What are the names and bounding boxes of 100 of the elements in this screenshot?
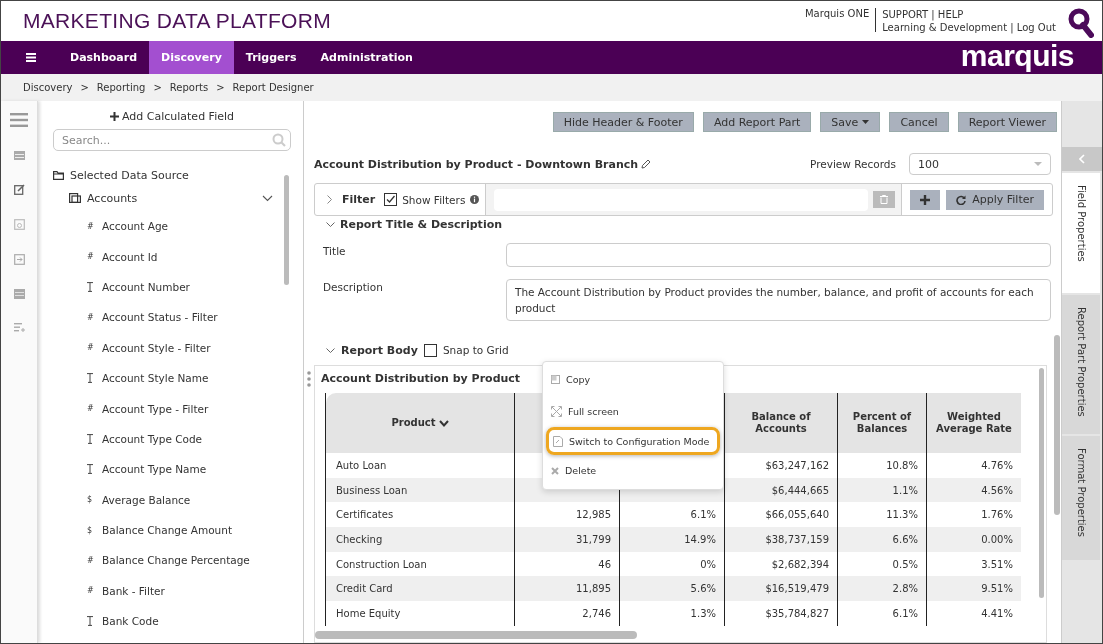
platform-title: MARKETING DATA PLATFORM	[23, 9, 331, 33]
expand-icon	[551, 405, 562, 417]
breadcrumb-separator: >	[153, 82, 162, 93]
document-icon[interactable]	[13, 219, 25, 230]
scrollbar-thumb[interactable]	[1054, 335, 1060, 515]
toolbar-button[interactable]: Add Report Part	[702, 112, 812, 132]
text-type-icon	[87, 281, 93, 292]
nav-tab[interactable]: Administration	[308, 41, 425, 74]
table-cell: Certificates	[336, 509, 394, 521]
field-item[interactable]: Bank - Filter	[102, 584, 165, 597]
field-item[interactable]: Balance Change Percentage	[102, 554, 250, 567]
toolbar-button[interactable]: Cancel	[889, 112, 949, 132]
edit-icon[interactable]	[13, 184, 25, 195]
apply-filter-button[interactable]: Apply Filter	[946, 189, 1044, 210]
table-cell: 0.5%	[892, 558, 918, 570]
table-cell: 4.56%	[981, 484, 1013, 496]
field-item[interactable]: Account Style - Filter	[102, 341, 211, 354]
pencil-icon[interactable]	[641, 159, 652, 169]
menu-item[interactable]: Copy	[543, 364, 723, 396]
field-item[interactable]: Balance Change Amount	[102, 524, 232, 537]
description-input[interactable]: The Account Distribution by Product provides the number, balance, and profit of accounts for each product	[506, 279, 1051, 321]
tree-table-label[interactable]: Accounts	[87, 191, 256, 205]
breadcrumb-separator: >	[80, 82, 89, 93]
field-item[interactable]: Account Age	[102, 220, 169, 233]
chevron-icon[interactable]	[326, 221, 335, 227]
field-label: Description	[323, 280, 384, 293]
caret-icon	[1034, 162, 1042, 166]
field-item[interactable]: Bank Code	[102, 615, 159, 628]
table-cell: 1.76%	[981, 509, 1013, 521]
table-icon[interactable]	[13, 151, 25, 160]
chevron-icon[interactable]	[326, 347, 335, 353]
table-cell: 11,895	[576, 583, 611, 595]
chevron-icon[interactable]	[438, 419, 449, 427]
table-cell: 12,985	[576, 509, 611, 521]
field-item[interactable]: Account Type Code	[102, 432, 203, 445]
list-add-icon[interactable]	[13, 323, 25, 332]
drag-handle-icon[interactable]	[307, 371, 311, 387]
table-cell: $63,247,162	[765, 459, 829, 471]
checkbox[interactable]	[384, 193, 398, 206]
table-cell: 2,746	[582, 607, 611, 619]
table-cell: 1.3%	[690, 607, 716, 619]
add-calculated-field-button[interactable]: Add Calculated Field	[103, 109, 240, 124]
field-type-icon: #	[87, 252, 94, 262]
toolbar-button[interactable]: Save	[820, 112, 881, 132]
table-cell: 46	[598, 558, 611, 570]
preview-records-select[interactable]: 100	[909, 153, 1051, 175]
export-icon[interactable]	[13, 254, 25, 265]
filter-label: Filter	[342, 193, 376, 206]
snap-to-grid-label[interactable]: Snap to Grid	[442, 344, 509, 356]
title-input[interactable]	[506, 243, 1051, 267]
checkbox[interactable]	[423, 343, 437, 357]
copy-icon	[551, 375, 560, 385]
field-type-icon: #	[87, 404, 94, 414]
table-cell: 14.9%	[684, 533, 716, 545]
breadcrumb-link[interactable]: Reporting	[96, 82, 146, 93]
breadcrumb-link[interactable]: Discovery	[23, 82, 73, 93]
table-cell: 10.8%	[886, 459, 918, 471]
delete-button[interactable]	[873, 191, 896, 208]
toolbar-button[interactable]: Report Viewer	[957, 112, 1057, 132]
field-item[interactable]: Average Balance	[102, 493, 191, 506]
field-item[interactable]: Account Style Name	[102, 372, 209, 385]
info-icon[interactable]	[470, 195, 480, 204]
menu-icon[interactable]	[26, 53, 36, 62]
chevron-icon[interactable]	[262, 194, 273, 202]
plus-icon	[920, 194, 931, 205]
show-filters-label[interactable]: Show Filters	[402, 193, 466, 206]
field-type-icon: $	[87, 525, 93, 535]
table-icon	[69, 193, 81, 203]
field-item[interactable]: Account Status - Filter	[102, 311, 218, 324]
scrollbar-thumb[interactable]	[284, 175, 289, 285]
support-help-links[interactable]: SUPPORT | HELP	[882, 8, 1056, 21]
toolbar-button[interactable]: Hide Header & Footer	[552, 112, 694, 132]
column-header[interactable]: Product	[391, 417, 449, 429]
menu-item[interactable]: Full screen	[543, 395, 723, 427]
add-filter-button[interactable]	[910, 189, 941, 210]
breadcrumb-link[interactable]: Report Designer	[232, 82, 314, 93]
scrollbar-thumb[interactable]	[1039, 368, 1044, 598]
magnifier-logo-icon	[1068, 8, 1094, 38]
side-tab[interactable]: Field Properties	[1062, 173, 1100, 293]
field-item[interactable]: Account Type Name	[102, 463, 207, 476]
table-cell: Home Equity	[336, 607, 401, 619]
nav-tab[interactable]: Dashboard	[58, 41, 150, 74]
menu-item[interactable]: Switch to Configuration Mode	[546, 427, 720, 455]
account-links[interactable]: Learning & Development | Log Out	[882, 21, 1056, 34]
nav-tab[interactable]: Discovery	[149, 41, 234, 74]
field-type-icon: #	[87, 312, 94, 322]
scrollbar-thumb[interactable]	[315, 631, 637, 639]
field-type-icon: $	[87, 495, 93, 505]
breadcrumb-link[interactable]: Reports	[169, 82, 209, 93]
nav-tab[interactable]: Triggers	[233, 41, 309, 74]
tree-root-label[interactable]: Selected Data Source	[70, 168, 189, 182]
menu-item[interactable]: Delete	[543, 455, 723, 487]
field-item[interactable]: Account Number	[102, 280, 190, 293]
table-cell: Construction Loan	[336, 558, 427, 570]
table-cell: 1.1%	[892, 484, 918, 496]
field-item[interactable]: Account Type - Filter	[102, 402, 209, 415]
field-item[interactable]: Account Id	[102, 250, 158, 263]
search-field[interactable]: Search...	[53, 129, 291, 151]
side-tab[interactable]: Format Properties	[1062, 436, 1100, 560]
side-tab[interactable]: Report Part Properties	[1062, 295, 1100, 434]
